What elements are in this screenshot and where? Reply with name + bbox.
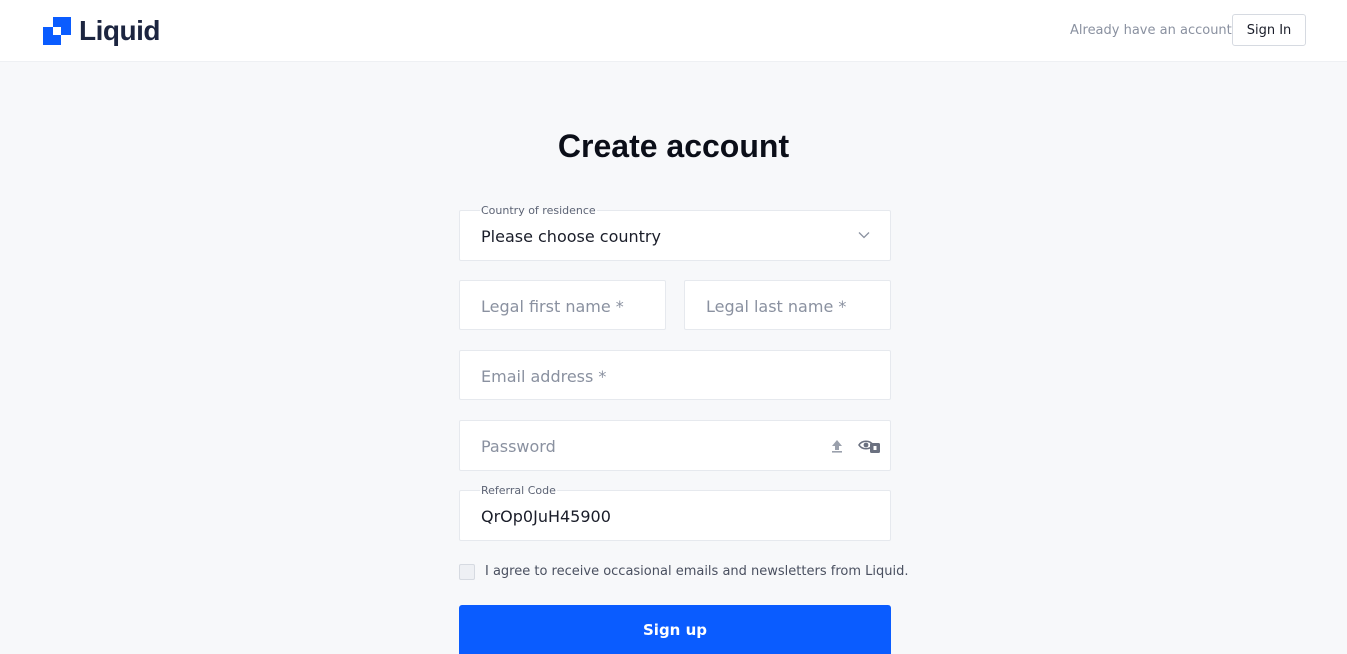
sign-up-button[interactable]: Sign up xyxy=(459,605,891,654)
newsletter-checkbox[interactable] xyxy=(459,564,475,580)
chevron-down-icon xyxy=(858,232,870,239)
country-value: Please choose country xyxy=(481,227,661,246)
password-placeholder: Password xyxy=(481,437,556,456)
country-label: Country of residence xyxy=(480,204,597,217)
liquid-logo-icon xyxy=(43,17,71,45)
email-placeholder: Email address * xyxy=(481,367,607,386)
newsletter-consent-label[interactable]: I agree to receive occasional emails and… xyxy=(485,564,908,580)
page-title: Create account xyxy=(557,128,790,164)
top-header: Liquid Already have an account Sign In xyxy=(0,0,1347,62)
last-name-placeholder: Legal last name * xyxy=(706,297,847,316)
brand-logo[interactable]: Liquid xyxy=(43,16,160,46)
referral-code-value: QrOp0JuH45900 xyxy=(481,507,611,526)
last-name-field[interactable]: Legal last name * xyxy=(684,280,891,330)
upload-arrow-icon[interactable] xyxy=(830,438,844,454)
country-select[interactable]: Country of residence Please choose count… xyxy=(459,204,891,261)
newsletter-consent: I agree to receive occasional emails and… xyxy=(459,564,908,580)
referral-code-label: Referral Code xyxy=(480,484,557,497)
eye-key-icon[interactable] xyxy=(858,437,882,455)
email-field[interactable]: Email address * xyxy=(459,350,891,400)
first-name-field[interactable]: Legal first name * xyxy=(459,280,666,330)
brand-name: Liquid xyxy=(79,15,160,46)
sign-in-button[interactable]: Sign In xyxy=(1232,14,1306,46)
already-have-account-text: Already have an account xyxy=(1070,23,1232,38)
referral-code-field[interactable]: Referral Code QrOp0JuH45900 xyxy=(459,484,891,541)
first-name-placeholder: Legal first name * xyxy=(481,297,624,316)
password-field[interactable]: Password xyxy=(459,420,891,471)
